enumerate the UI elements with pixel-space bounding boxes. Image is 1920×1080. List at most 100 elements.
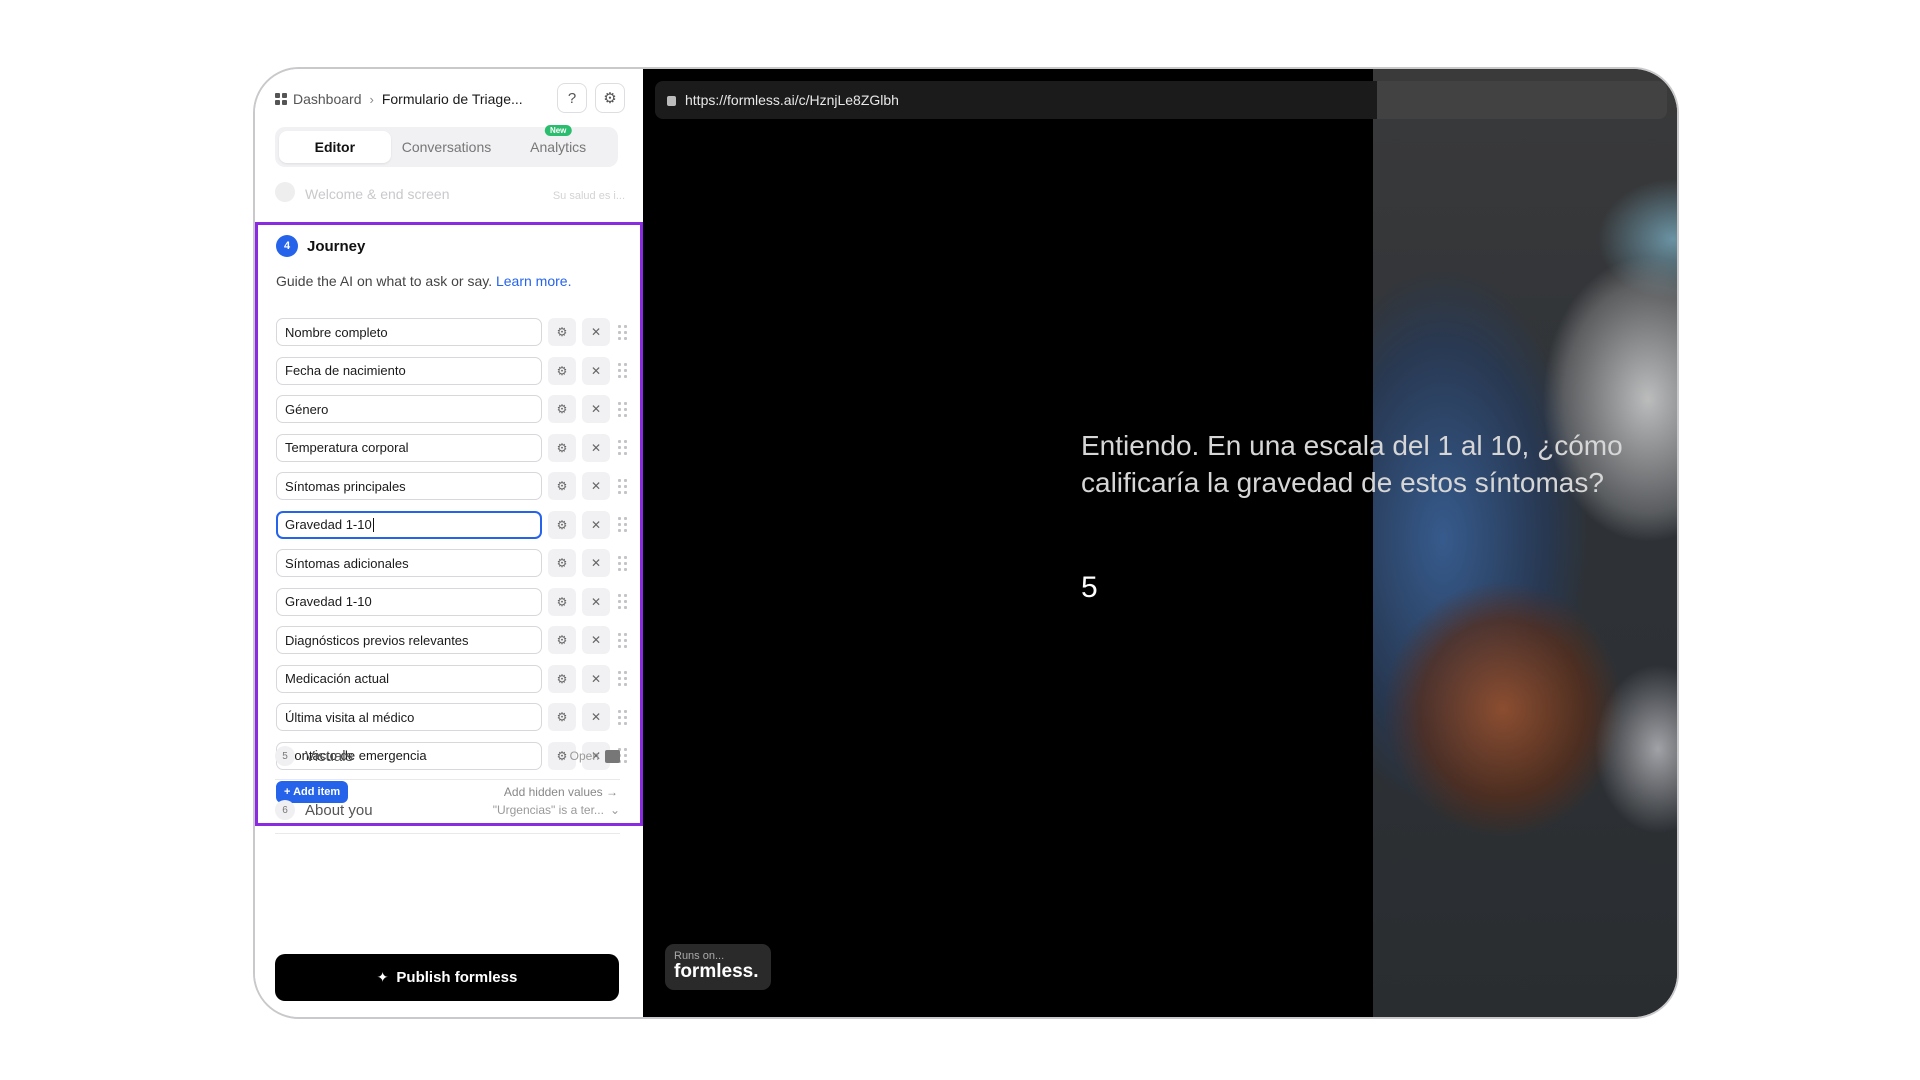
item-remove-close-icon[interactable]: ✕ [582, 510, 610, 539]
journey-header: 4 Journey [276, 235, 365, 257]
section-about-you[interactable]: 6 About you "Urgencias" is a ter... ⌄ [275, 795, 620, 825]
url-bar[interactable]: https://formless.ai/c/HznjLe8ZGlbh [655, 81, 1377, 119]
item-settings-gear-icon[interactable]: ⚙ [548, 703, 576, 732]
section-welcome-end-screen[interactable]: Welcome & end screen Su salud es i... [275, 180, 625, 202]
journey-item-label: Gravedad 1-10 [285, 517, 372, 533]
journey-item-label: Síntomas adicionales [285, 555, 409, 571]
journey-title: Journey [307, 237, 366, 255]
item-settings-gear-icon[interactable]: ⚙ [548, 318, 576, 347]
drag-handle-icon[interactable] [618, 440, 628, 456]
item-remove-close-icon[interactable]: ✕ [582, 433, 610, 462]
item-settings-gear-icon[interactable]: ⚙ [548, 433, 576, 462]
journey-item-label: Temperatura corporal [285, 440, 409, 456]
settings-button[interactable]: ⚙ [595, 83, 625, 113]
breadcrumb-form-title: Formulario de Triage... [381, 91, 523, 107]
item-settings-gear-icon[interactable]: ⚙ [548, 549, 576, 578]
section-visuals[interactable]: 5 Visuals Open [275, 741, 620, 771]
drag-handle-icon[interactable] [618, 709, 628, 725]
gear-icon: ⚙ [603, 90, 617, 107]
drag-handle-icon[interactable] [618, 478, 628, 494]
ai-question: Entiendo. En una escala del 1 al 10, ¿có… [1081, 430, 1623, 498]
journey-item-label: Síntomas principales [285, 478, 406, 494]
item-remove-close-icon[interactable]: ✕ [582, 356, 610, 385]
item-remove-close-icon[interactable]: ✕ [582, 318, 610, 347]
formless-logo: formless. [674, 961, 759, 982]
drag-handle-icon[interactable] [618, 401, 628, 417]
help-icon: ? [567, 89, 577, 107]
divider [275, 779, 620, 780]
journey-item: Diagnósticos previos relevantes ⚙ ✕ [276, 621, 636, 660]
journey-item: Última visita al médico ⚙ ✕ [276, 698, 636, 737]
journey-item-input[interactable]: Gravedad 1-10 [276, 587, 542, 616]
item-settings-gear-icon[interactable]: ⚙ [548, 510, 576, 539]
item-remove-close-icon[interactable]: ✕ [582, 703, 610, 732]
section-number: 5 [275, 746, 295, 766]
item-remove-close-icon[interactable]: ✕ [582, 664, 610, 693]
text-caret [372, 517, 374, 532]
journey-item-input[interactable]: Nombre completo [276, 318, 542, 347]
tab-analytics[interactable]: Analytics New [502, 125, 614, 163]
url-text: https://formless.ai/c/HznjLe8ZGlbh [685, 92, 899, 108]
journey-item-input[interactable]: Temperatura corporal [276, 433, 542, 462]
top-bar: Dashboard › Formulario de Triage... ? ⚙ [275, 83, 625, 115]
journey-item-list: Nombre completo ⚙ ✕ Fecha de nacimiento ⚙ ✕ Gé… [276, 313, 636, 775]
breadcrumb-dashboard[interactable]: Dashboard [293, 91, 362, 107]
item-settings-gear-icon[interactable]: ⚙ [548, 664, 576, 693]
journey-step-number: 4 [276, 235, 298, 257]
journey-item: Medicación actual ⚙ ✕ [276, 660, 636, 699]
journey-item-label: Gravedad 1-10 [285, 594, 372, 610]
item-remove-close-icon[interactable]: ✕ [582, 626, 610, 655]
help-button[interactable]: ? [557, 83, 587, 113]
drag-handle-icon[interactable] [618, 594, 628, 610]
item-settings-gear-icon[interactable]: ⚙ [548, 587, 576, 616]
journey-item-input[interactable]: Última visita al médico [276, 703, 542, 732]
drag-handle-icon[interactable] [618, 632, 628, 648]
journey-item-input[interactable]: Fecha de nacimiento [276, 356, 542, 385]
journey-item-input[interactable]: Diagnósticos previos relevantes [276, 626, 542, 655]
journey-item-input[interactable]: Género [276, 395, 542, 424]
new-badge: New [544, 125, 572, 136]
section-number: 6 [275, 800, 295, 820]
tab-conversations[interactable]: Conversations [391, 131, 503, 163]
open-label: Open [569, 749, 599, 763]
drag-handle-icon[interactable] [618, 363, 628, 379]
publish-button[interactable]: ✦ Publish formless [275, 954, 619, 1001]
item-remove-close-icon[interactable]: ✕ [582, 587, 610, 616]
item-remove-close-icon[interactable]: ✕ [582, 472, 610, 501]
item-remove-close-icon[interactable]: ✕ [582, 395, 610, 424]
item-settings-gear-icon[interactable]: ⚙ [548, 356, 576, 385]
item-remove-close-icon[interactable]: ✕ [582, 549, 610, 578]
journey-item-label: Nombre completo [285, 324, 388, 340]
journey-item-input[interactable]: Gravedad 1-10 [276, 510, 542, 539]
item-settings-gear-icon[interactable]: ⚙ [548, 626, 576, 655]
journey-item-input[interactable]: Síntomas principales [276, 472, 542, 501]
section-hint: "Urgencias" is a ter... ⌄ [493, 803, 620, 817]
item-settings-gear-icon[interactable]: ⚙ [548, 395, 576, 424]
learn-more-link[interactable]: Learn more. [496, 273, 571, 289]
journey-item-label: Medicación actual [285, 671, 390, 687]
tab-editor[interactable]: Editor [279, 131, 391, 163]
journey-item: Fecha de nacimiento ⚙ ✕ [276, 352, 636, 391]
journey-item-input[interactable]: Síntomas adicionales [276, 549, 542, 578]
section-label: Visuals [305, 747, 354, 765]
app-window: Dashboard › Formulario de Triage... ? ⚙ … [253, 67, 1679, 1019]
item-settings-gear-icon[interactable]: ⚙ [548, 472, 576, 501]
drag-handle-icon[interactable] [618, 517, 628, 533]
runs-on-badge[interactable]: Runs on... formless. [665, 944, 771, 990]
user-answer: 5 [1081, 571, 1098, 604]
journey-item-label: Fecha de nacimiento [285, 363, 406, 379]
journey-item: Gravedad 1-10 ⚙ ✕ [276, 583, 636, 622]
dashboard-icon[interactable] [275, 93, 287, 105]
tab-bar: Editor Conversations Analytics New [275, 125, 618, 167]
journey-item-input[interactable]: Medicación actual [276, 664, 542, 693]
image-icon [605, 749, 620, 763]
visuals-open[interactable]: Open [570, 749, 620, 763]
journey-item: Gravedad 1-10 ⚙ ✕ [276, 506, 636, 545]
chevron-down-icon[interactable]: ⌄ [610, 803, 620, 817]
drag-handle-icon[interactable] [618, 671, 628, 687]
editor-panel: Dashboard › Formulario de Triage... ? ⚙ … [255, 69, 643, 1017]
sparkle-icon: ✦ [376, 969, 389, 985]
tab-analytics-label: Analytics [530, 139, 587, 155]
drag-handle-icon[interactable] [618, 555, 628, 571]
drag-handle-icon[interactable] [618, 324, 628, 340]
